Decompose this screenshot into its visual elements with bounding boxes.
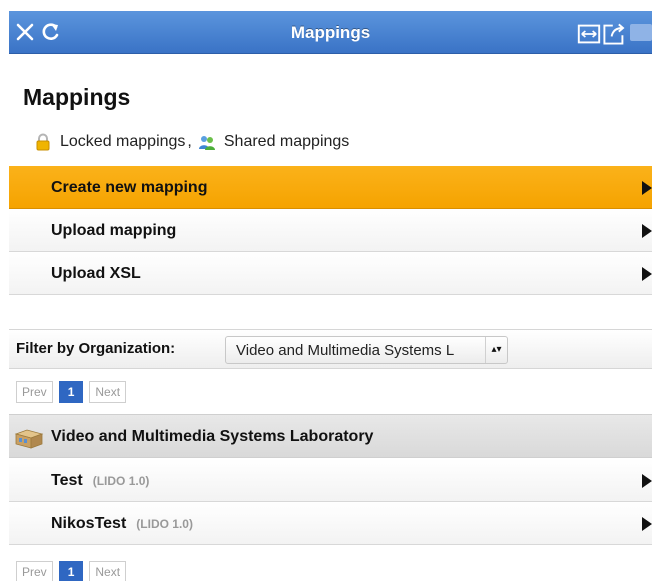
expand-icon[interactable] [577,22,601,44]
chevron-right-icon [642,474,652,488]
close-icon[interactable] [13,20,37,44]
filter-label: Filter by Organization: [16,340,176,357]
legend: Locked mappings , Shared mappings [34,132,349,152]
page-title: Mappings [23,84,131,110]
title-bar: Mappings [9,11,652,54]
locked-legend-label: Locked mappings [60,133,186,150]
more-icon[interactable] [630,24,652,41]
organization-select[interactable]: Video and Multimedia Systems L ▴▾ [225,336,508,364]
next-page-button[interactable]: Next [89,381,127,403]
next-page-button[interactable]: Next [89,561,127,581]
prev-page-button[interactable]: Prev [16,561,53,581]
reload-icon[interactable] [39,20,63,44]
legend-separator: , [187,133,192,150]
organization-select-value: Video and Multimedia Systems L [236,342,455,359]
mapping-name: Test [51,472,83,489]
mapping-schema: (LIDO 1.0) [136,517,193,531]
shared-legend-label: Shared mappings [223,133,350,150]
upload-xsl-item[interactable]: Upload XSL [9,252,652,295]
organization-icon [14,426,44,450]
pager-bottom: Prev 1 Next [16,561,127,581]
mapping-schema: (LIDO 1.0) [92,474,150,488]
chevron-right-icon [642,224,652,238]
filter-bar: Filter by Organization: Video and Multim… [9,329,652,369]
mapping-list: Test (LIDO 1.0) NikosTest (LIDO 1.0) [9,459,652,545]
select-arrows-icon: ▴▾ [485,337,507,363]
lock-icon [34,133,52,151]
mapping-item[interactable]: Test (LIDO 1.0) [9,459,652,502]
mapping-name: NikosTest [51,515,127,532]
chevron-right-icon [642,181,652,195]
menu-item-label: Create new mapping [51,179,208,196]
current-page-button[interactable]: 1 [58,381,84,403]
menu-item-label: Upload mapping [51,222,177,239]
menu-item-label: Upload XSL [51,265,141,282]
action-menu: Create new mapping Upload mapping Upload… [9,166,652,295]
current-page-button[interactable]: 1 [58,561,84,581]
window-title: Mappings [290,23,371,42]
share-icon[interactable] [602,22,625,45]
organization-name: Video and Multimedia Systems Laboratory [51,428,374,445]
prev-page-button[interactable]: Prev [16,381,53,403]
create-mapping-item[interactable]: Create new mapping [9,166,652,209]
mapping-label: Test (LIDO 1.0) [51,459,149,503]
pager-top: Prev 1 Next [16,381,127,403]
mapping-label: NikosTest (LIDO 1.0) [51,502,193,546]
mapping-item[interactable]: NikosTest (LIDO 1.0) [9,502,652,545]
chevron-right-icon [642,267,652,281]
shared-icon [198,133,216,151]
chevron-right-icon [642,517,652,531]
upload-mapping-item[interactable]: Upload mapping [9,209,652,252]
organization-group-header: Video and Multimedia Systems Laboratory [9,414,652,458]
